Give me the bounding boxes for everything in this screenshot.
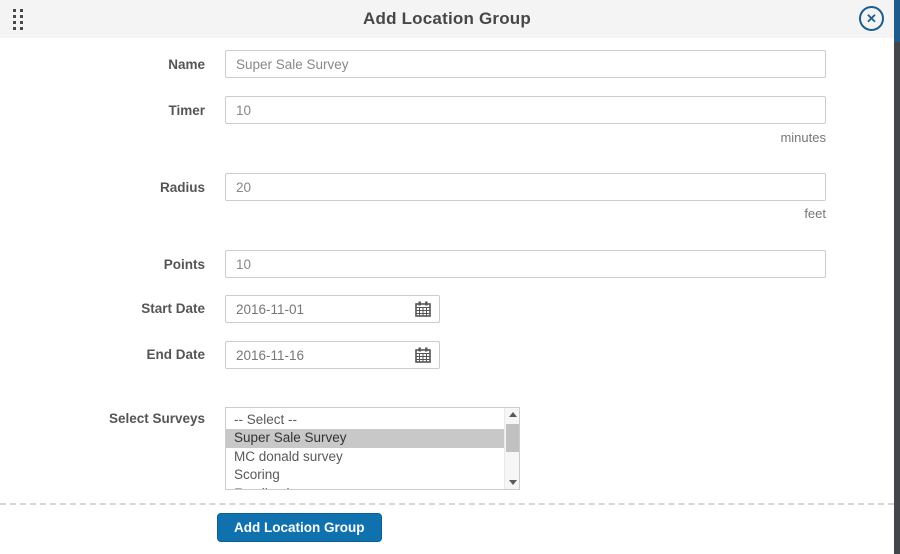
close-icon[interactable]: ✕ (859, 6, 884, 31)
survey-option[interactable]: MC donald survey (226, 448, 504, 467)
radius-label: Radius (159, 180, 205, 195)
end-date-field (225, 341, 440, 369)
page-scrollbar-thumb[interactable] (894, 0, 900, 42)
select-surveys-label: Select Surveys (108, 411, 205, 426)
surveys-listbox[interactable]: -- Select -- Super Sale Survey MC donald… (225, 407, 520, 490)
survey-option-selected[interactable]: Super Sale Survey (226, 429, 504, 448)
dashed-separator (0, 503, 894, 505)
surveys-options: -- Select -- Super Sale Survey MC donald… (226, 408, 504, 489)
scroll-up-arrow-icon[interactable] (505, 408, 519, 422)
survey-option[interactable]: -- Select -- (226, 408, 504, 429)
name-label: Name (168, 57, 205, 72)
scrollbar-thumb[interactable] (506, 424, 519, 452)
survey-option[interactable]: Feedback (226, 485, 504, 490)
end-date-label: End Date (146, 347, 205, 362)
name-input[interactable] (225, 50, 826, 78)
points-input[interactable] (225, 250, 826, 278)
points-label: Points (163, 257, 205, 272)
panel-header: Add Location Group ✕ (0, 0, 894, 38)
page-scrollbar[interactable] (894, 0, 900, 554)
start-date-field (225, 295, 440, 323)
listbox-scrollbar (504, 408, 519, 489)
timer-label: Timer (168, 103, 205, 118)
panel-title: Add Location Group (363, 9, 531, 28)
add-location-group-panel: Add Location Group ✕ Name Timer minutes … (0, 0, 900, 554)
timer-input[interactable] (225, 96, 826, 124)
radius-unit-text: feet (804, 206, 826, 221)
radius-input[interactable] (225, 173, 826, 201)
start-date-label: Start Date (141, 301, 205, 316)
timer-unit-text: minutes (780, 130, 826, 145)
start-date-input[interactable] (225, 295, 440, 323)
survey-option[interactable]: Scoring (226, 466, 504, 485)
add-location-group-button[interactable]: Add Location Group (217, 513, 382, 542)
end-date-input[interactable] (225, 341, 440, 369)
scroll-down-arrow-icon[interactable] (505, 475, 519, 489)
